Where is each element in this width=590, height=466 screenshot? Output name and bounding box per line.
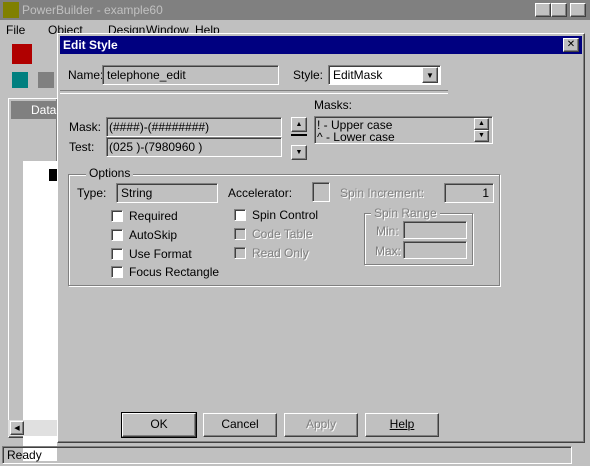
- dialog-title: Edit Style: [63, 38, 118, 52]
- spin-increment-label: Spin Increment:: [340, 186, 425, 200]
- min-field[interactable]: [403, 221, 467, 239]
- scroll-down-icon[interactable]: ▼: [474, 130, 489, 142]
- status-bar: Ready: [2, 446, 572, 464]
- status-text: Ready: [7, 448, 42, 462]
- type-value: String: [121, 186, 153, 200]
- menu-file[interactable]: File: [6, 23, 25, 37]
- required-label: Required: [129, 209, 178, 223]
- type-field[interactable]: String: [116, 183, 218, 203]
- scroll-left-icon[interactable]: ◀: [10, 421, 24, 435]
- masks-item[interactable]: ^ - Lower case: [317, 130, 395, 144]
- close-icon[interactable]: ✕: [570, 3, 586, 17]
- maximize-icon[interactable]: □: [551, 3, 567, 17]
- options-title: Options: [86, 166, 134, 180]
- spin-control-checkbox[interactable]: [234, 209, 246, 221]
- masks-list[interactable]: ! - Upper case ^ - Lower case ▲ ▼: [314, 116, 493, 144]
- accelerator-field[interactable]: [312, 182, 330, 202]
- dialog-titlebar: Edit Style ✕: [60, 36, 582, 54]
- edit-style-dialog: Edit Style ✕ Name: telephone_edit Style:…: [57, 33, 585, 443]
- mask-value: (####)-(########): [109, 120, 210, 134]
- accelerator-label: Accelerator:: [228, 186, 293, 200]
- type-label: Type:: [77, 186, 107, 200]
- read-only-label: Read Only: [252, 246, 309, 260]
- divider: [60, 90, 448, 94]
- child-title: Data: [31, 103, 57, 117]
- style-label: Style:: [293, 68, 324, 82]
- scroll-up-icon[interactable]: ▲: [291, 117, 307, 132]
- test-label: Test:: [69, 140, 95, 154]
- main-title: PowerBuilder - example60: [22, 3, 163, 17]
- min-label: Min:: [376, 224, 399, 238]
- max-field[interactable]: [403, 241, 467, 259]
- app-icon: [3, 2, 19, 18]
- style-value: EditMask: [333, 68, 383, 82]
- code-table-checkbox[interactable]: [234, 228, 246, 240]
- name-label: Name:: [68, 68, 104, 82]
- help-button[interactable]: Help: [365, 413, 439, 437]
- spin-increment-field[interactable]: 1: [444, 183, 494, 203]
- child-content: [23, 161, 57, 461]
- masks-label: Masks:: [314, 98, 353, 112]
- dropdown-arrow-icon[interactable]: ▼: [422, 67, 438, 83]
- autoskip-label: AutoSkip: [129, 228, 178, 242]
- spin-control-label: Spin Control: [252, 208, 319, 222]
- data-child-window: Data: [8, 98, 59, 461]
- test-value: (025 )-(7980960 ): [109, 140, 203, 154]
- style-dropdown[interactable]: EditMask ▼: [328, 65, 441, 85]
- focus-rectangle-checkbox[interactable]: [111, 266, 123, 278]
- close-icon[interactable]: ✕: [563, 38, 579, 52]
- name-value: telephone_edit: [107, 68, 186, 82]
- cancel-button[interactable]: Cancel: [203, 413, 277, 437]
- scroll-down-icon[interactable]: ▼: [291, 145, 307, 160]
- bg-horizontal-scrollbar[interactable]: ◀: [8, 420, 58, 436]
- name-field[interactable]: telephone_edit: [102, 65, 279, 85]
- test-field[interactable]: (025 )-(7980960 ): [106, 137, 282, 157]
- spin-separator: [291, 134, 307, 136]
- main-titlebar: PowerBuilder - example60 ▁ □ ✕: [0, 0, 590, 20]
- mask-label: Mask:: [69, 120, 102, 134]
- required-checkbox[interactable]: [111, 210, 123, 222]
- max-label: Max:: [375, 244, 402, 258]
- toolbar-icon[interactable]: [12, 44, 32, 64]
- child-titlebar: Data: [11, 101, 59, 119]
- autoskip-checkbox[interactable]: [111, 229, 123, 241]
- read-only-checkbox[interactable]: [234, 247, 246, 259]
- minimize-icon[interactable]: ▁: [535, 3, 551, 17]
- ok-button[interactable]: OK: [121, 412, 197, 438]
- apply-button[interactable]: Apply: [284, 413, 358, 437]
- focus-rectangle-label: Focus Rectangle: [129, 265, 220, 279]
- scroll-up-icon[interactable]: ▲: [474, 118, 489, 130]
- spin-increment-value: 1: [482, 186, 489, 200]
- code-table-label: Code Table: [252, 227, 313, 241]
- toolbar-icon[interactable]: [12, 72, 28, 88]
- mask-field[interactable]: (####)-(########): [106, 117, 282, 137]
- use-format-label: Use Format: [129, 247, 192, 261]
- toolbar-icon[interactable]: [38, 72, 54, 88]
- spin-range-title: Spin Range: [371, 206, 440, 220]
- use-format-checkbox[interactable]: [111, 248, 123, 260]
